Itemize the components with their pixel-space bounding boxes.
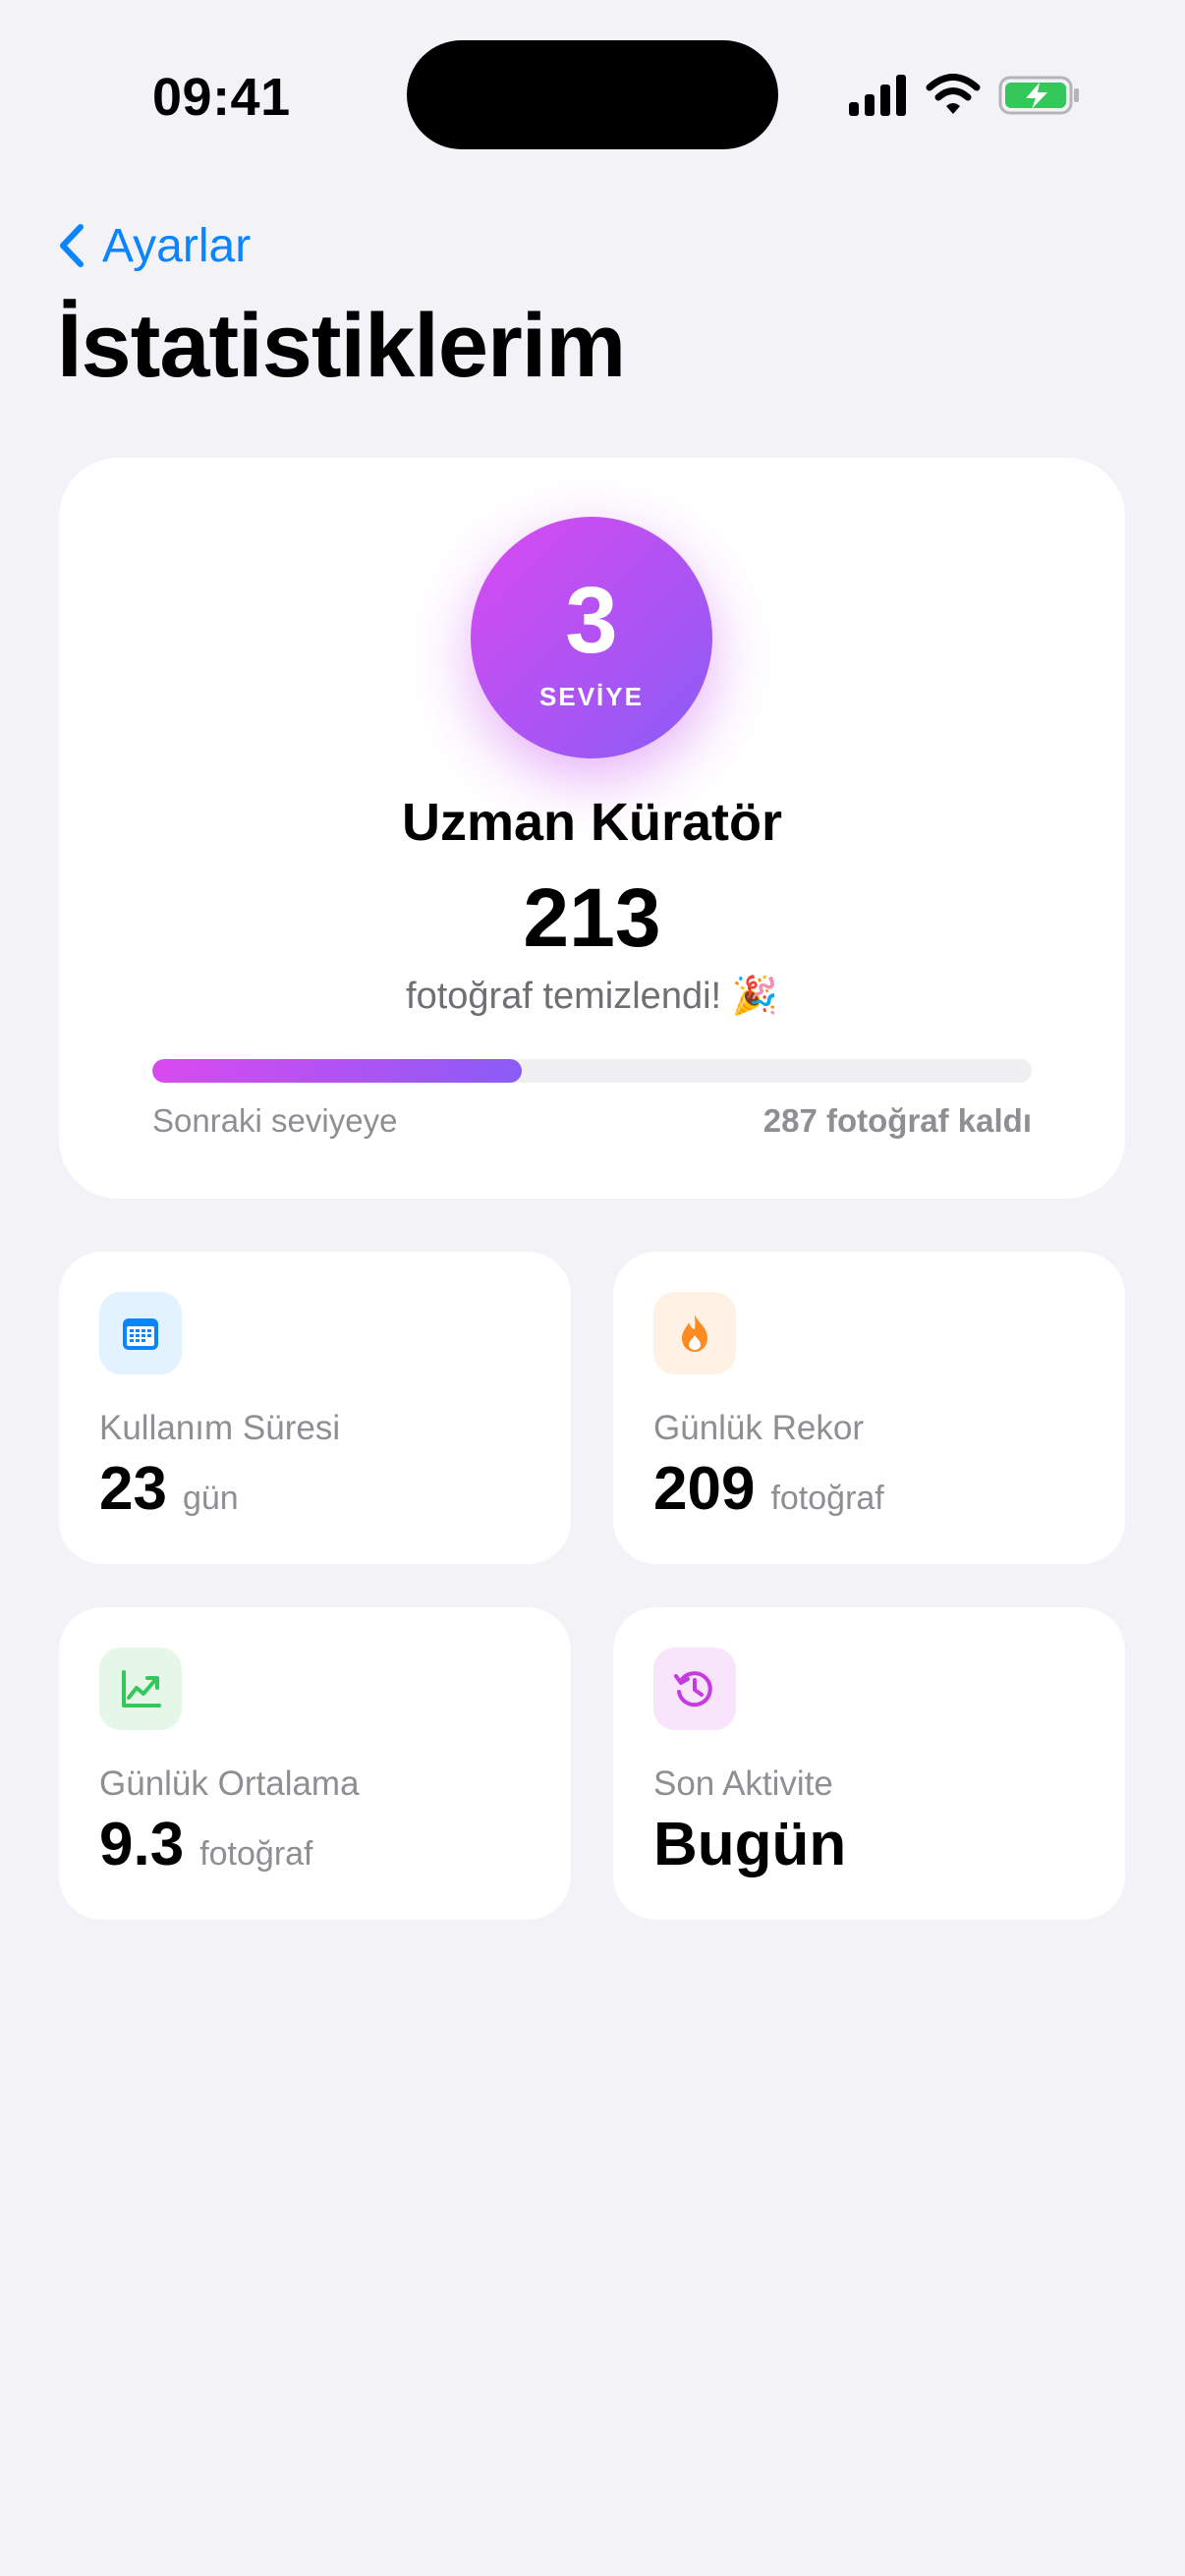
level-card: 3 SEVİYE Uzman Küratör 213 fotoğraf temi… [59, 458, 1125, 1199]
stat-number: Bugün [653, 1811, 847, 1878]
stat-label: Kullanım Süresi [99, 1409, 341, 1447]
stat-card-usage-duration: Kullanım Süresi 23 gün [59, 1252, 571, 1564]
stat-card-daily-average: Günlük Ortalama 9.3 fotoğraf [59, 1607, 571, 1920]
stat-value: 9.3 fotoğraf [99, 1810, 313, 1879]
progress-caption: Sonraki seviyeye [152, 1102, 398, 1139]
flame-icon [682, 1315, 707, 1352]
stat-icon-box [99, 1648, 182, 1730]
stat-unit: fotoğraf [770, 1480, 884, 1517]
level-label: SEVİYE [539, 681, 644, 711]
status-bar: 09:41 [0, 0, 1185, 187]
stat-label: Günlük Ortalama [99, 1764, 360, 1803]
stat-number: 9.3 [99, 1811, 185, 1878]
cellular-signal-icon [849, 75, 906, 116]
stat-unit: gün [182, 1480, 239, 1517]
history-icon [674, 1671, 712, 1708]
cleaned-text: fotoğraf temizlendi! 🎉 [406, 976, 778, 1017]
chevron-left-icon [60, 224, 84, 267]
level-number: 3 [565, 567, 618, 673]
back-button[interactable]: Ayarlar [57, 216, 251, 275]
stat-value: Bugün [653, 1810, 862, 1879]
stat-value: 209 fotoğraf [653, 1454, 884, 1524]
stat-number: 209 [653, 1455, 756, 1523]
chart-trend-icon [122, 1670, 161, 1708]
stat-card-daily-record: Günlük Rekor 209 fotoğraf [613, 1252, 1125, 1564]
stat-icon-box [99, 1292, 182, 1374]
calendar-icon [123, 1318, 158, 1350]
stat-icon-box [653, 1292, 736, 1374]
stat-value: 23 gün [99, 1454, 239, 1524]
stat-unit: fotoğraf [199, 1835, 313, 1873]
level-progress-bar [152, 1059, 1032, 1083]
battery-charging-icon [998, 76, 1079, 115]
status-time: 09:41 [152, 68, 291, 127]
level-badge: 3 SEVİYE [471, 517, 712, 758]
stat-icon-box [653, 1648, 736, 1730]
photos-remaining: 287 fotoğraf kaldı [762, 1102, 1032, 1139]
stat-number: 23 [99, 1455, 167, 1523]
back-button-label: Ayarlar [102, 219, 252, 272]
stat-label: Günlük Rekor [653, 1409, 864, 1447]
dynamic-island [407, 40, 778, 149]
level-progress-fill [152, 1059, 522, 1083]
wifi-icon [926, 74, 981, 114]
rank-name: Uzman Küratör [401, 793, 783, 852]
stat-card-last-activity: Son Aktivite Bugün [613, 1607, 1125, 1920]
cleaned-count: 213 [523, 871, 661, 964]
page-title: İstatistiklerim [57, 296, 626, 396]
stat-label: Son Aktivite [653, 1764, 833, 1803]
